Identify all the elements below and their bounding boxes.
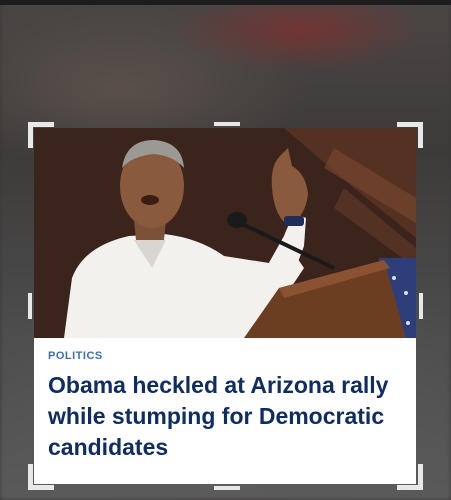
crop-corner-bottom-right-icon[interactable] [418,464,423,490]
article-preview-card[interactable]: POLITICS Obama heckled at Arizona rally … [34,128,416,484]
crop-edge-bottom-handle-icon[interactable] [214,486,240,490]
article-photo [34,128,416,338]
article-text-area: POLITICS Obama heckled at Arizona rally … [34,338,416,484]
crop-corner-top-right-icon[interactable] [418,122,423,148]
article-category[interactable]: POLITICS [48,350,103,362]
crop-corner-top-left-icon[interactable] [28,122,33,148]
article-headline[interactable]: Obama heckled at Arizona rally while stu… [48,370,404,463]
status-bar [0,0,451,5]
crop-edge-right-handle-icon[interactable] [419,293,423,319]
crop-edge-left-handle-icon[interactable] [28,293,32,319]
crop-corner-bottom-left-icon[interactable] [28,464,33,490]
speaker-photo-illustration [34,128,416,338]
crop-edge-top-handle-icon[interactable] [214,122,240,126]
